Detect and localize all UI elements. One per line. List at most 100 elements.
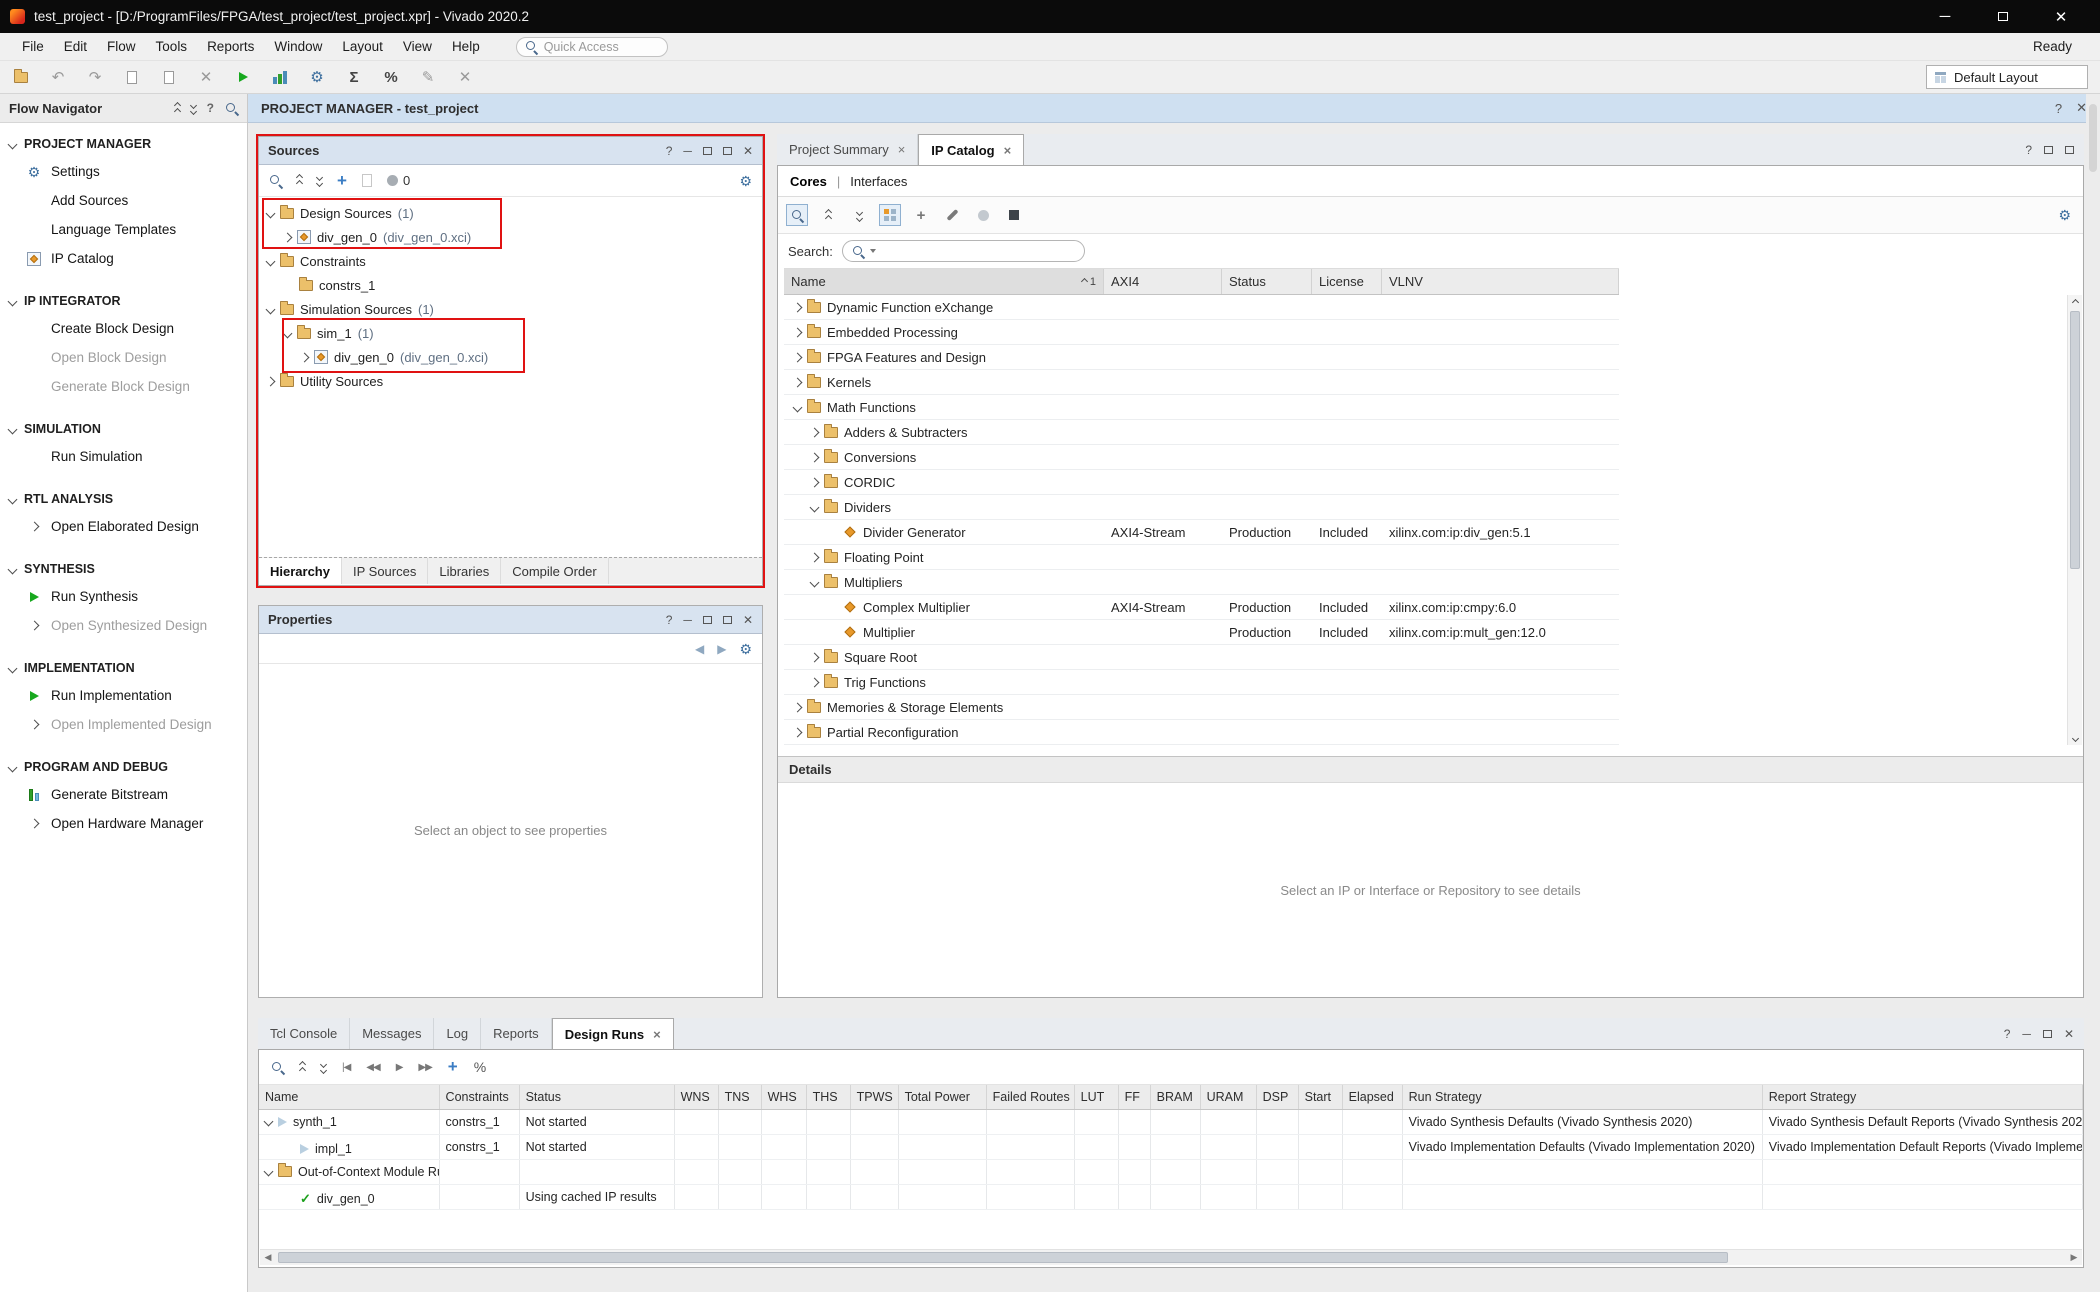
help-icon[interactable]: ? xyxy=(666,144,673,158)
flownav-section-synthesis[interactable]: SYNTHESIS xyxy=(0,556,247,582)
expander-down-icon[interactable] xyxy=(810,502,820,512)
percent-icon[interactable]: % xyxy=(474,1059,486,1075)
minimize-icon[interactable]: ─ xyxy=(2022,1027,2031,1041)
scrollbar-thumb[interactable] xyxy=(278,1252,1728,1263)
runs-column-lut[interactable]: LUT xyxy=(1074,1085,1118,1109)
runs-column-wns[interactable]: WNS xyxy=(674,1085,718,1109)
column-header-axi4[interactable]: AXI4 xyxy=(1104,269,1222,294)
close-icon[interactable]: ✕ xyxy=(2064,1027,2074,1041)
bottom-tab-design-runs[interactable]: Design Runs× xyxy=(552,1018,674,1049)
subtab-cores[interactable]: Cores xyxy=(790,174,827,189)
expander-down-icon[interactable] xyxy=(264,1117,274,1127)
expander-down-icon[interactable] xyxy=(266,208,276,218)
runs-column-run-strategy[interactable]: Run Strategy xyxy=(1402,1085,1762,1109)
menu-layout[interactable]: Layout xyxy=(332,35,393,58)
menu-help[interactable]: Help xyxy=(442,35,490,58)
expander-right-icon[interactable] xyxy=(793,352,803,362)
back-icon[interactable]: ◀ xyxy=(695,642,704,656)
edit-icon[interactable]: ✎ xyxy=(419,66,437,88)
runs-column-status[interactable]: Status xyxy=(519,1085,674,1109)
ip-row-embedded-processing[interactable]: Embedded Processing xyxy=(784,320,1619,345)
flownav-item-run-synthesis[interactable]: Run Synthesis xyxy=(0,582,247,611)
runs-column-ff[interactable]: FF xyxy=(1118,1085,1150,1109)
expand-all-icon[interactable] xyxy=(321,1062,326,1073)
flownav-section-rtl-analysis[interactable]: RTL ANALYSIS xyxy=(0,486,247,512)
section-chevron-icon[interactable] xyxy=(8,296,18,306)
run-row-out-of-context-module-runs[interactable]: Out-of-Context Module Runs xyxy=(259,1159,2083,1184)
redo-icon[interactable]: ↷ xyxy=(86,66,104,88)
expander-right-icon[interactable] xyxy=(266,376,276,386)
run-icon[interactable] xyxy=(234,66,252,88)
chevron-right-icon[interactable] xyxy=(29,522,39,532)
step-back-icon[interactable]: ◀◀ xyxy=(366,1062,379,1073)
menu-edit[interactable]: Edit xyxy=(54,35,97,58)
section-chevron-icon[interactable] xyxy=(8,663,18,673)
bottom-tab-messages[interactable]: Messages xyxy=(350,1018,434,1049)
ip-row-math-functions[interactable]: Math Functions xyxy=(784,395,1619,420)
help-icon[interactable]: ? xyxy=(666,613,673,627)
runs-column-dsp[interactable]: DSP xyxy=(1256,1085,1298,1109)
expander-down-icon[interactable] xyxy=(264,1167,274,1177)
minimize-icon[interactable]: ─ xyxy=(683,144,692,158)
close-icon[interactable]: ✕ xyxy=(743,613,753,627)
float-icon[interactable] xyxy=(703,616,712,624)
run-row-div-gen-0[interactable]: ✓div_gen_0Using cached IP results xyxy=(259,1184,2083,1209)
paste-icon[interactable] xyxy=(160,66,178,88)
float-icon[interactable] xyxy=(2044,146,2053,154)
help-icon[interactable]: ? xyxy=(2004,1027,2011,1041)
ip-search-input[interactable] xyxy=(842,240,1085,262)
expander-right-icon[interactable] xyxy=(810,552,820,562)
help-icon[interactable]: ? xyxy=(2055,101,2062,116)
flownav-section-simulation[interactable]: SIMULATION xyxy=(0,416,247,442)
chevron-right-icon[interactable] xyxy=(29,720,39,730)
ip-row-dynamic-function-exchange[interactable]: Dynamic Function eXchange xyxy=(784,295,1619,320)
flownav-item-open-hardware-manager[interactable]: Open Hardware Manager xyxy=(0,809,247,838)
quick-access-search[interactable]: Quick Access xyxy=(516,37,668,57)
source-tree-item-utility-sources[interactable]: Utility Sources xyxy=(259,369,762,393)
flownav-item-open-implemented-design[interactable]: Open Implemented Design xyxy=(0,710,247,739)
scroll-up-icon[interactable] xyxy=(2068,295,2082,309)
menu-window[interactable]: Window xyxy=(264,35,332,58)
flownav-item-add-sources[interactable]: Add Sources xyxy=(0,186,247,215)
collapse-all-icon[interactable] xyxy=(297,175,302,186)
runs-column-failed-routes[interactable]: Failed Routes xyxy=(986,1085,1074,1109)
chevron-right-icon[interactable] xyxy=(29,621,39,631)
close-button[interactable]: ✕ xyxy=(2032,0,2090,33)
ip-settings-tool[interactable] xyxy=(941,204,963,226)
expander-right-icon[interactable] xyxy=(810,427,820,437)
flownav-item-generate-block-design[interactable]: Generate Block Design xyxy=(0,372,247,401)
expander-down-icon[interactable] xyxy=(266,304,276,314)
layout-selector[interactable]: Default Layout xyxy=(1926,65,2088,89)
column-header-license[interactable]: License xyxy=(1312,269,1382,294)
scroll-right-icon[interactable]: ▶ xyxy=(2066,1250,2082,1266)
report-icon[interactable] xyxy=(362,174,372,187)
maximize-icon[interactable] xyxy=(2043,1030,2052,1038)
menu-file[interactable]: File xyxy=(12,35,54,58)
runs-column-ths[interactable]: THS xyxy=(806,1085,850,1109)
source-tree-item-div-gen-0[interactable]: div_gen_0(div_gen_0.xci) xyxy=(259,345,762,369)
collapse-all-icon[interactable] xyxy=(300,1062,305,1073)
vertical-scrollbar[interactable] xyxy=(2067,295,2082,745)
runs-column-name[interactable]: Name xyxy=(259,1085,439,1109)
minimize-icon[interactable]: ─ xyxy=(683,613,692,627)
close-icon[interactable]: × xyxy=(653,1027,661,1042)
window-edge-scrollbar[interactable] xyxy=(2086,94,2100,1292)
horizontal-scrollbar[interactable]: ◀ ▶ xyxy=(260,1249,2082,1265)
copy-icon[interactable] xyxy=(123,66,141,88)
bottom-tab-tcl-console[interactable]: Tcl Console xyxy=(258,1018,350,1049)
runs-column-tpws[interactable]: TPWS xyxy=(850,1085,898,1109)
source-tree-item-simulation-sources[interactable]: Simulation Sources(1) xyxy=(259,297,762,321)
maximize-button[interactable] xyxy=(1974,0,2032,33)
expand-all-icon[interactable] xyxy=(317,175,322,186)
expander-right-icon[interactable] xyxy=(793,302,803,312)
source-tree-item-div-gen-0[interactable]: div_gen_0(div_gen_0.xci) xyxy=(259,225,762,249)
runs-column-report-strategy[interactable]: Report Strategy xyxy=(1762,1085,2082,1109)
run-disabled-tool[interactable] xyxy=(972,204,994,226)
clear-icon[interactable]: ✕ xyxy=(456,66,474,88)
add-repository-tool[interactable]: + xyxy=(910,204,932,226)
percent-icon[interactable]: % xyxy=(382,66,400,88)
menu-reports[interactable]: Reports xyxy=(197,35,264,58)
ip-row-memories-storage-elements[interactable]: Memories & Storage Elements xyxy=(784,695,1619,720)
close-icon[interactable]: ✕ xyxy=(743,144,753,158)
ip-row-complex-multiplier[interactable]: Complex MultiplierAXI4-StreamProductionI… xyxy=(784,595,1619,620)
